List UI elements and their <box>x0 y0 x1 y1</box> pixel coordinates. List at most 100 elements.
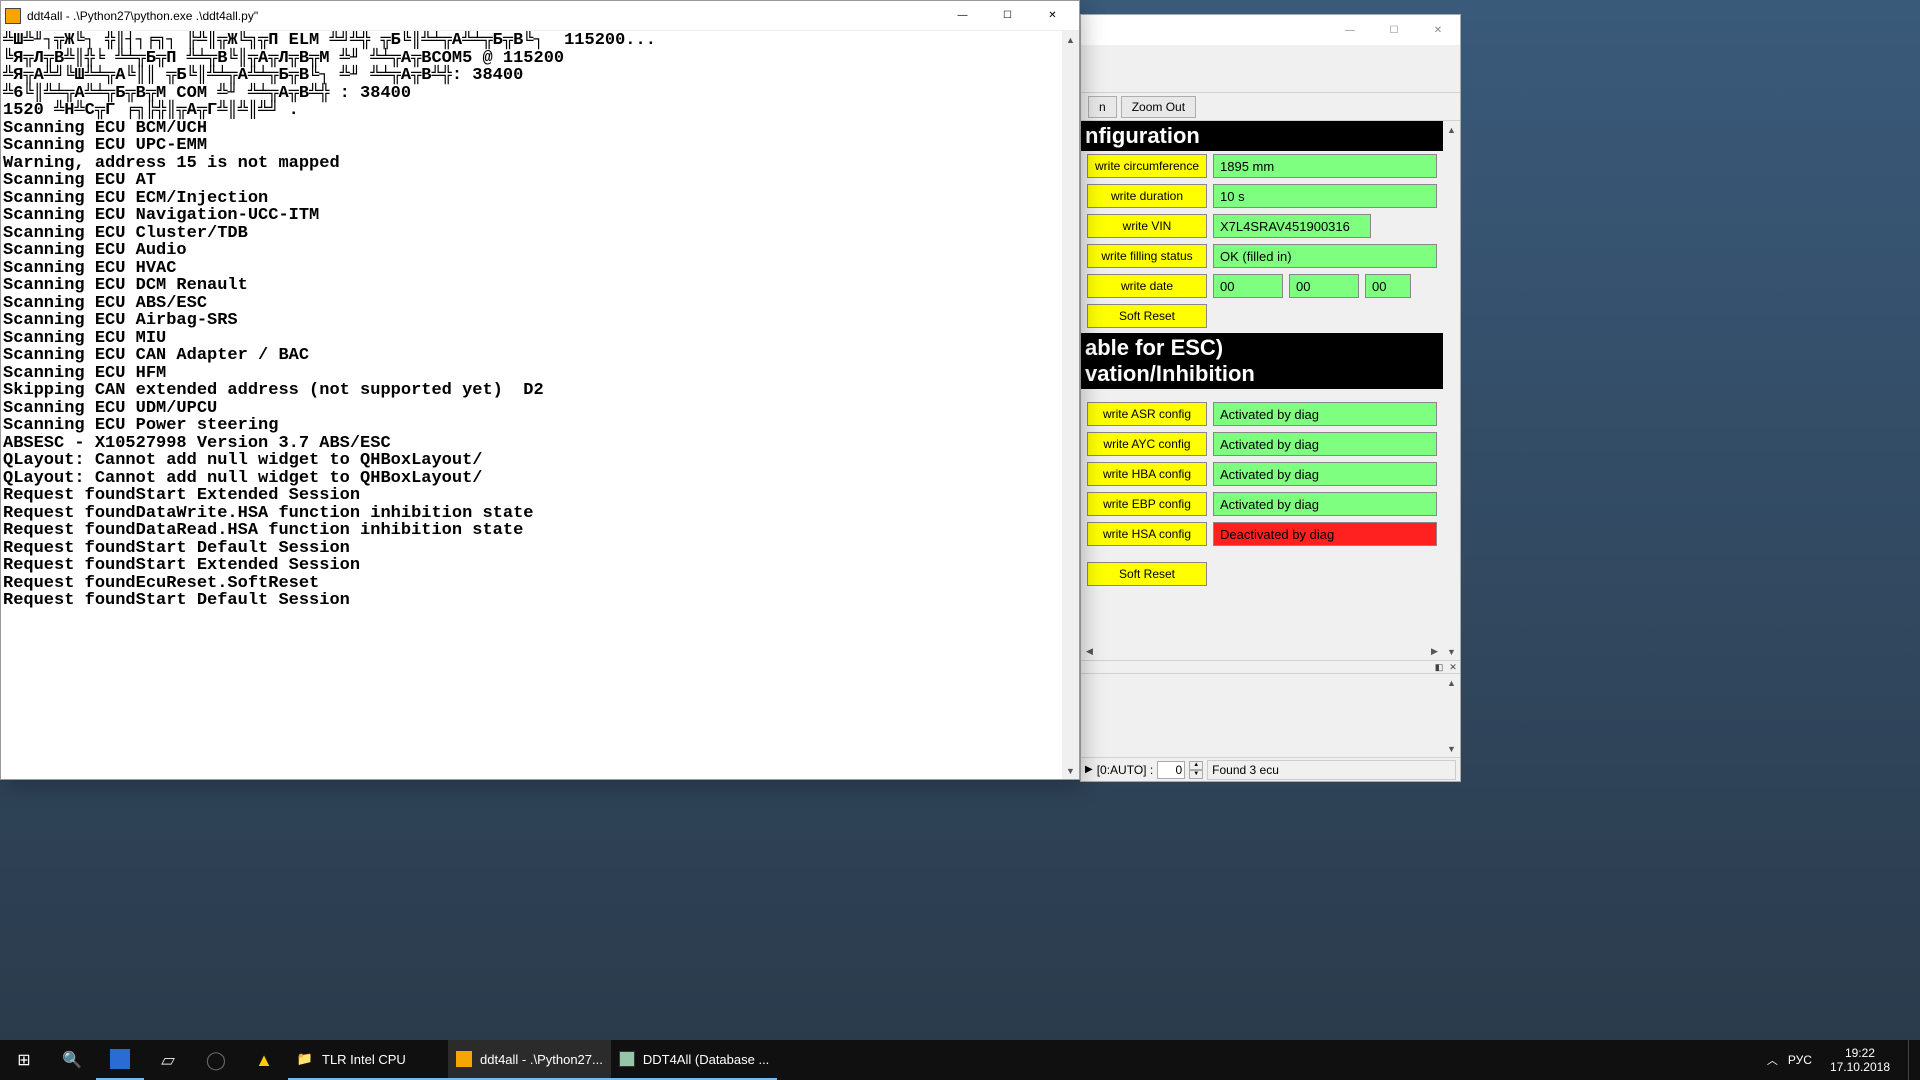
scroll-down-icon[interactable]: ▼ <box>1062 762 1079 779</box>
panel-hscrollbar[interactable]: ◀ ▶ <box>1081 643 1443 660</box>
taskbar-pinned-app[interactable] <box>96 1040 144 1080</box>
zoom-n-button[interactable]: n <box>1088 96 1117 118</box>
taskbar-app-label: TLR Intel CPU <box>322 1052 406 1067</box>
taskbar: ⊞ 🔍 ▱ ◯ ▲ 📁 TLR Intel CPU ddt4all - .\Py… <box>0 1040 1920 1080</box>
taskbar-app-label: ddt4all - .\Python27... <box>480 1052 603 1067</box>
vin-value[interactable]: X7L4SRAV451900316 <box>1213 214 1371 238</box>
cfg-row: write EBP config Activated by diag <box>1081 489 1443 519</box>
soft-reset-button-2[interactable]: Soft Reset <box>1087 562 1207 586</box>
hba-config-value[interactable]: Activated by diag <box>1213 462 1437 486</box>
hscroll-track[interactable] <box>1098 643 1426 660</box>
section-header-line2: vation/Inhibition <box>1085 361 1439 387</box>
status-arrow-icon[interactable]: ▶ <box>1085 764 1093 775</box>
disk-icon <box>110 1049 130 1069</box>
console-body[interactable]: ╩Ш╩╜┐╦Ж╚┐ ╬║┤┐╒╗┐ ╠╩║╦Ж╚╗╦П ELM ╩╝╩╬ ╦Б╚… <box>1 31 1079 779</box>
ddt-statusbar: ▶ [0:AUTO] : ▲▼ Found 3 ecu <box>1081 757 1460 781</box>
console-window: ddt4all - .\Python27\python.exe .\ddt4al… <box>0 0 1080 780</box>
close-button[interactable]: ✕ <box>1030 2 1075 30</box>
asr-config-value[interactable]: Activated by diag <box>1213 402 1437 426</box>
console-vscrollbar[interactable]: ▲ ▼ <box>1062 31 1079 779</box>
cfg-row: write HBA config Activated by diag <box>1081 459 1443 489</box>
ddt4all-window: — ☐ ✕ n Zoom Out nfiguration write circu… <box>1080 14 1461 782</box>
write-asr-config-button[interactable]: write ASR config <box>1087 402 1207 426</box>
scroll-left-icon[interactable]: ◀ <box>1081 643 1098 660</box>
scroll-up-icon[interactable]: ▲ <box>1062 31 1079 48</box>
windows-icon: ⊞ <box>15 1051 33 1069</box>
status-spinner[interactable]: ▲▼ <box>1189 761 1203 779</box>
taskbar-app-tlr[interactable]: 📁 TLR Intel CPU <box>288 1040 448 1080</box>
taskbar-pinned-app[interactable]: ▲ <box>240 1040 288 1080</box>
scroll-up-icon[interactable]: ▲ <box>1443 674 1460 691</box>
date-val-1[interactable]: 00 <box>1213 274 1283 298</box>
cfg-row: write filling status OK (filled in) <box>1081 241 1443 271</box>
hsa-config-value[interactable]: Deactivated by diag <box>1213 522 1437 546</box>
cfg-row: write date 00 00 00 <box>1081 271 1443 301</box>
start-button[interactable]: ⊞ <box>0 1040 48 1080</box>
taskbar-pinned-app[interactable]: ▱ <box>144 1040 192 1080</box>
console-titlebar[interactable]: ddt4all - .\Python27\python.exe .\ddt4al… <box>1 1 1079 31</box>
section-header-esc: able for ESC) vation/Inhibition <box>1081 333 1443 389</box>
system-tray: ︿ РУС 19:22 17.10.2018 <box>1761 1040 1920 1080</box>
close-button[interactable]: ✕ <box>1416 16 1460 44</box>
taskbar-app-ddt4all-console[interactable]: ddt4all - .\Python27... <box>448 1040 611 1080</box>
warn-icon: ▲ <box>255 1051 273 1069</box>
date-val-3[interactable]: 00 <box>1365 274 1411 298</box>
write-filling-status-button[interactable]: write filling status <box>1087 244 1207 268</box>
write-hba-config-button[interactable]: write HBA config <box>1087 462 1207 486</box>
console-output: ╩Ш╩╜┐╦Ж╚┐ ╬║┤┐╒╗┐ ╠╩║╦Ж╚╗╦П ELM ╩╝╩╬ ╦Б╚… <box>1 31 1079 611</box>
write-vin-button[interactable]: write VIN <box>1087 214 1207 238</box>
cfg-row: write AYC config Activated by diag <box>1081 429 1443 459</box>
scroll-up-icon[interactable]: ▲ <box>1443 121 1460 138</box>
write-circumference-button[interactable]: write circumference <box>1087 154 1207 178</box>
app-icon <box>5 8 21 24</box>
cfg-row: write HSA config Deactivated by diag <box>1081 519 1443 549</box>
maximize-button[interactable]: ☐ <box>1372 16 1416 44</box>
scroll-down-icon[interactable]: ▼ <box>1443 643 1460 660</box>
taskbar-pinned-app[interactable]: ◯ <box>192 1040 240 1080</box>
filling-status-value[interactable]: OK (filled in) <box>1213 244 1437 268</box>
window-icon <box>619 1051 635 1067</box>
taskbar-spacer <box>777 1040 1761 1080</box>
clock[interactable]: 19:22 17.10.2018 <box>1822 1046 1898 1074</box>
maximize-button[interactable]: ☐ <box>985 2 1030 30</box>
close-panel-icon[interactable]: ✕ <box>1446 661 1460 673</box>
zoom-out-button[interactable]: Zoom Out <box>1121 96 1196 118</box>
cfg-row: Soft Reset <box>1081 559 1443 589</box>
console-title: ddt4all - .\Python27\python.exe .\ddt4al… <box>27 9 940 23</box>
status-auto-input[interactable] <box>1157 761 1185 779</box>
write-date-button[interactable]: write date <box>1087 274 1207 298</box>
minimize-button[interactable]: — <box>1328 16 1372 44</box>
status-found-ecu: Found 3 ecu <box>1207 760 1456 780</box>
write-hsa-config-button[interactable]: write HSA config <box>1087 522 1207 546</box>
scroll-right-icon[interactable]: ▶ <box>1426 643 1443 660</box>
soft-reset-button-1[interactable]: Soft Reset <box>1087 304 1207 328</box>
bottom-vscrollbar[interactable]: ▲ ▼ <box>1443 674 1460 757</box>
circle-icon: ◯ <box>207 1051 225 1069</box>
show-desktop-button[interactable] <box>1908 1040 1914 1080</box>
undock-icon[interactable]: ◧ <box>1432 661 1446 673</box>
config-panel: nfiguration write circumference 1895 mm … <box>1081 121 1443 643</box>
taskbar-app-ddt4all-db[interactable]: DDT4All (Database ... <box>611 1040 777 1080</box>
panel-vscrollbar[interactable]: ▲ ▼ <box>1443 121 1460 660</box>
cfg-row: write duration 10 s <box>1081 181 1443 211</box>
subpanel-bar: ◧ ✕ <box>1081 660 1460 673</box>
duration-value[interactable]: 10 s <box>1213 184 1437 208</box>
tray-expand-icon[interactable]: ︿ <box>1767 1052 1778 1068</box>
taskbar-app-label: DDT4All (Database ... <box>643 1052 769 1067</box>
section-header-line1: able for ESC) <box>1085 335 1439 361</box>
ebp-config-value[interactable]: Activated by diag <box>1213 492 1437 516</box>
write-ayc-config-button[interactable]: write AYC config <box>1087 432 1207 456</box>
minimize-button[interactable]: — <box>940 2 985 30</box>
circumference-value[interactable]: 1895 mm <box>1213 154 1437 178</box>
section-header-config: nfiguration <box>1081 121 1443 151</box>
write-duration-button[interactable]: write duration <box>1087 184 1207 208</box>
search-button[interactable]: 🔍 <box>48 1040 96 1080</box>
ayc-config-value[interactable]: Activated by diag <box>1213 432 1437 456</box>
ddt-content: nfiguration write circumference 1895 mm … <box>1081 121 1460 673</box>
scroll-down-icon[interactable]: ▼ <box>1443 740 1460 757</box>
date-val-2[interactable]: 00 <box>1289 274 1359 298</box>
cfg-row: Soft Reset <box>1081 301 1443 331</box>
language-indicator[interactable]: РУС <box>1788 1053 1812 1067</box>
write-ebp-config-button[interactable]: write EBP config <box>1087 492 1207 516</box>
search-icon: 🔍 <box>63 1051 81 1069</box>
